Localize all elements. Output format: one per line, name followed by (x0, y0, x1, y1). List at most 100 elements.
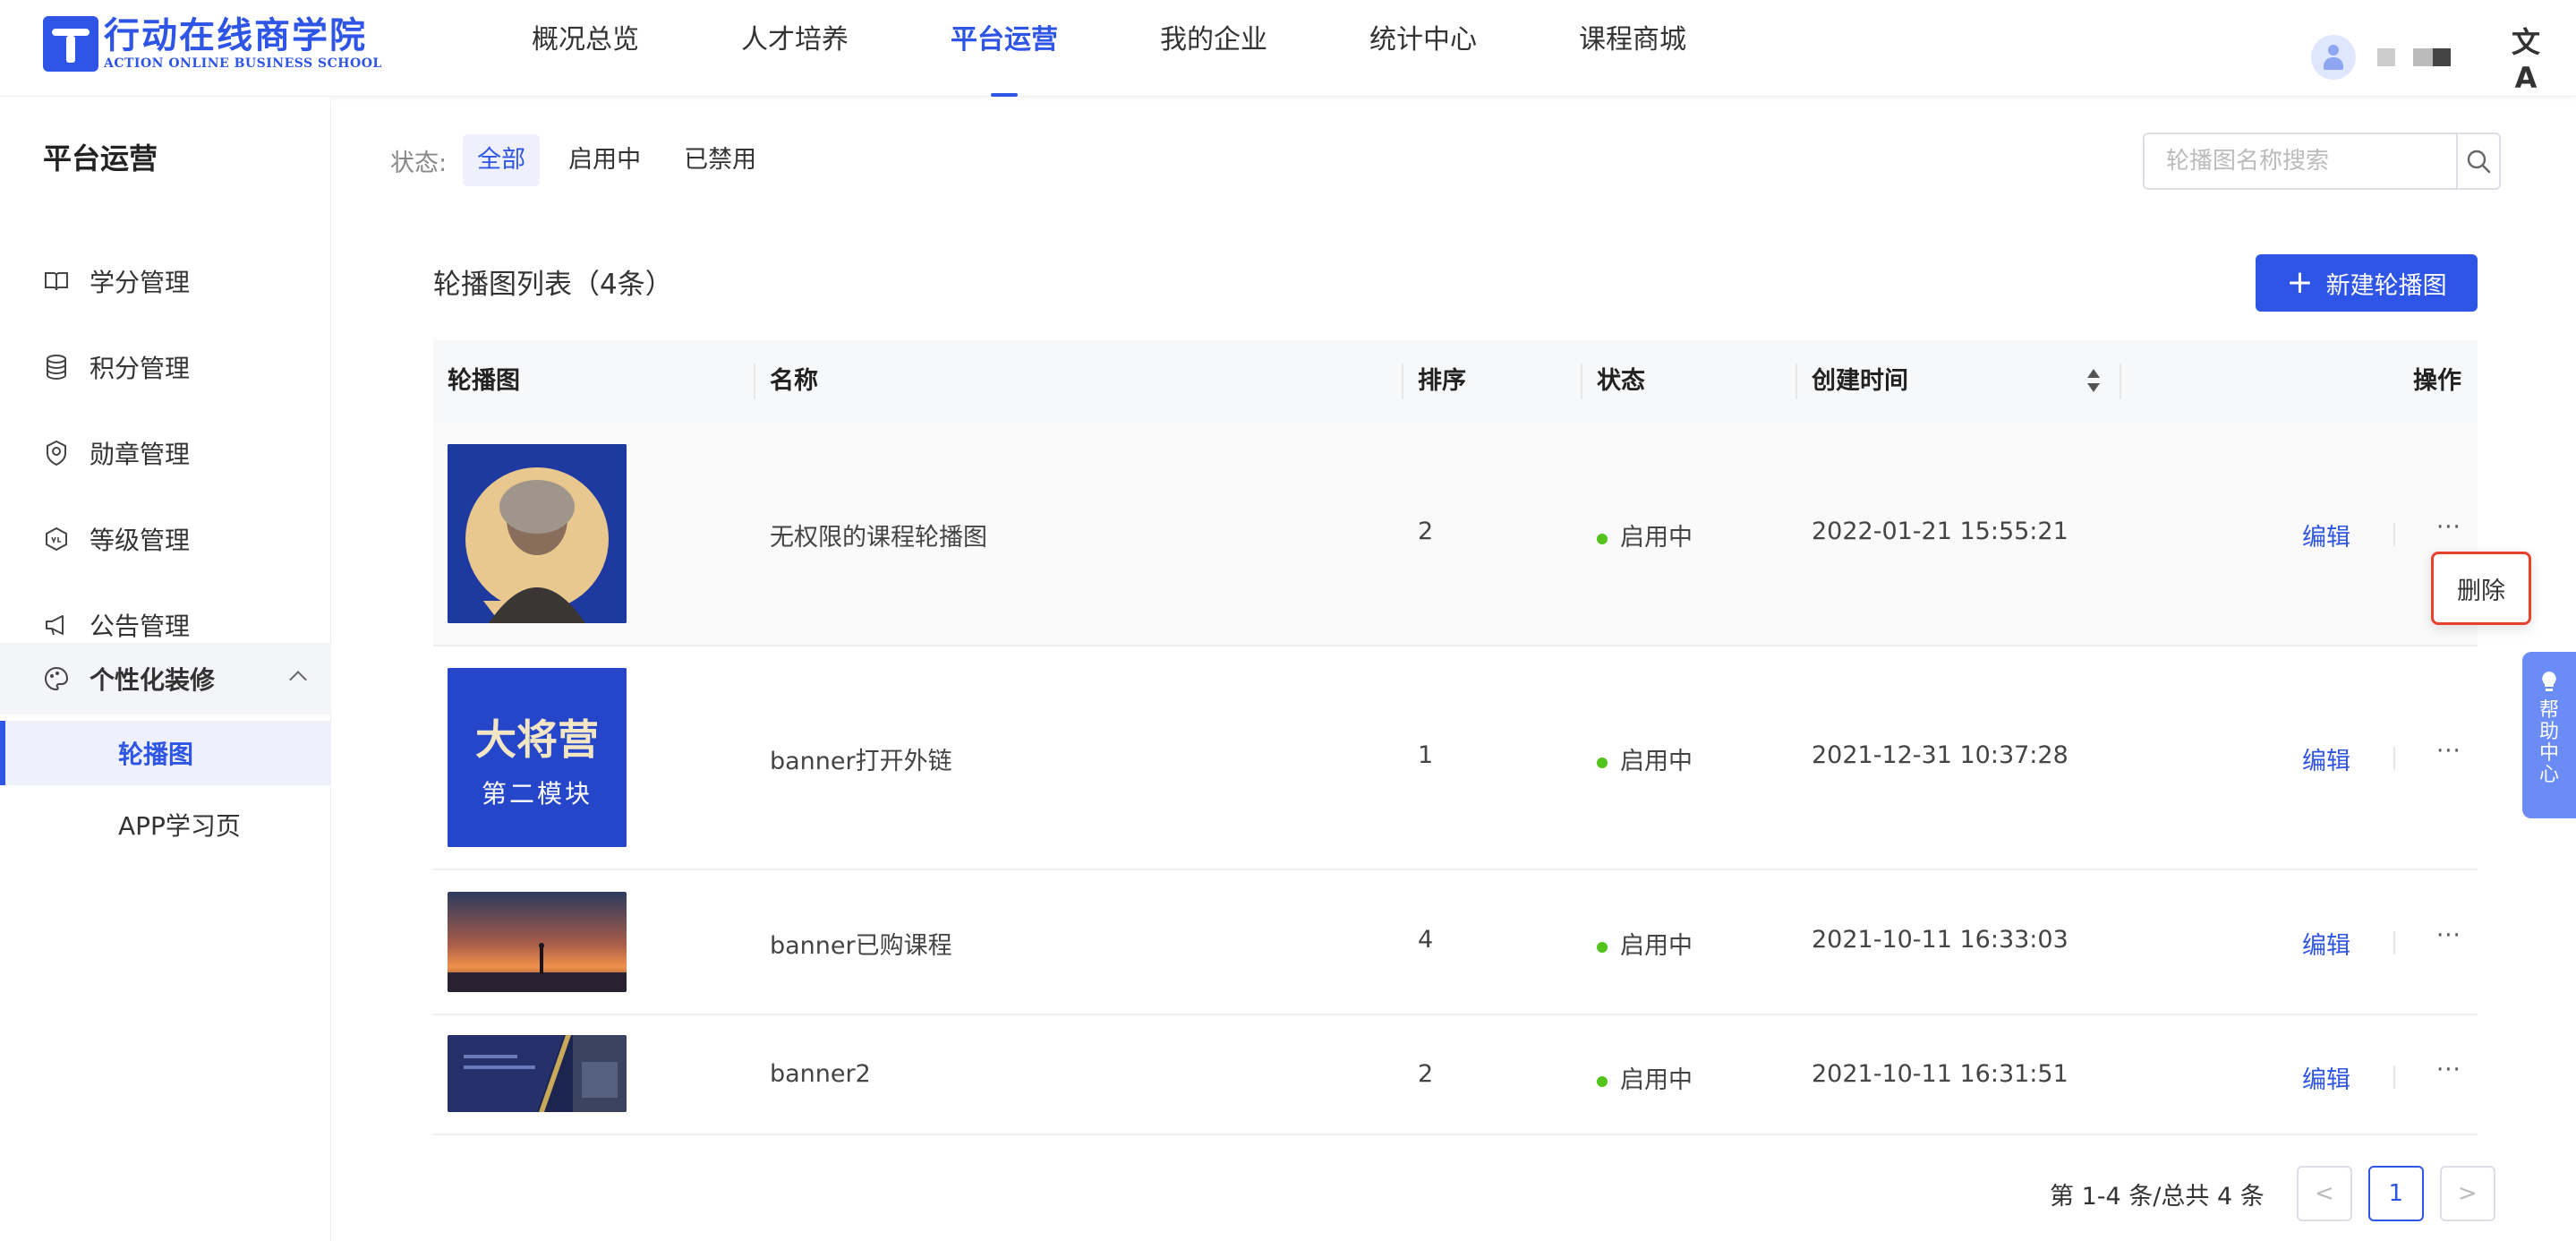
palette-icon (43, 665, 70, 692)
row-status: 启用中 (1597, 1060, 1693, 1095)
status-dot (1597, 1075, 1608, 1087)
help-center-button[interactable]: 帮助中心 (2522, 652, 2576, 818)
search-button[interactable] (2456, 134, 2499, 188)
carousel-thumbnail[interactable] (448, 892, 627, 992)
nav-talent[interactable]: 人才培养 (741, 0, 849, 97)
prev-page-button[interactable]: < (2296, 1166, 2352, 1221)
row-status-text: 启用中 (1620, 932, 1693, 960)
sidebar-item-label: 勋章管理 (90, 440, 191, 469)
delete-menu-item[interactable]: 删除 (2431, 552, 2531, 625)
pagination: 第 1-4 条/总共 4 条 < 1 > (2050, 1166, 2495, 1221)
user-name-redacted[interactable] (2377, 48, 2508, 66)
col-separator (2120, 364, 2121, 399)
next-page-button[interactable]: > (2439, 1166, 2495, 1221)
action-separator (2393, 931, 2395, 954)
sidebar-item-points[interactable]: 积分管理 (0, 331, 331, 403)
redacted-block (2377, 48, 2395, 66)
carousel-thumbnail[interactable] (448, 1035, 627, 1112)
sidebar: 平台运营 学分管理 积分管理 勋章管理 等级管理 公告管理 个性化装修 轮播图 … (0, 97, 331, 1241)
col-status: 状态 (1597, 367, 1645, 395)
table-row: banner已购课程 4 启用中 2021-10-11 16:33:03 编辑 … (433, 870, 2478, 1015)
pagination-summary: 第 1-4 条/总共 4 条 (2050, 1182, 2265, 1211)
portrait-image (448, 444, 627, 623)
col-separator (1402, 364, 1403, 399)
col-order: 排序 (1418, 367, 1466, 395)
sidebar-item-medals[interactable]: 勋章管理 (0, 417, 331, 489)
row-order: 2 (1418, 518, 1434, 545)
sidebar-subitem-carousel[interactable]: 轮播图 (0, 721, 331, 785)
help-center-label: 帮助中心 (2539, 699, 2560, 786)
col-name: 名称 (770, 367, 818, 395)
row-created: 2021-10-11 16:31:51 (1812, 1060, 2068, 1088)
sidebar-group-personalization[interactable]: 个性化装修 (0, 643, 331, 715)
more-icon[interactable]: ··· (2436, 922, 2461, 949)
table-row: banner2 2 启用中 2021-10-11 16:31:51 编辑 ··· (433, 1015, 2478, 1135)
plus-icon: + (2286, 264, 2314, 301)
page-button-1[interactable]: 1 (2367, 1166, 2424, 1221)
row-status: 启用中 (1597, 741, 1693, 776)
sunset-image (448, 892, 627, 992)
header-right: 文A (2311, 20, 2544, 95)
row-created: 2022-01-21 15:55:21 (1812, 518, 2068, 545)
row-status-text: 启用中 (1620, 748, 1693, 775)
carousel-table: 轮播图 名称 排序 状态 创建时间 操作 无权限的课程轮播图 2 启用中 202… (433, 340, 2478, 1135)
nav-course-mall[interactable]: 课程商城 (1579, 0, 1686, 97)
nav-statistics[interactable]: 统计中心 (1369, 0, 1477, 97)
logo[interactable]: 行动在线商学院 ACTION ONLINE BUSINESS SCHOOL (43, 16, 382, 72)
edit-link[interactable]: 编辑 (2302, 1060, 2350, 1095)
search-icon (2467, 150, 2491, 174)
edit-link[interactable]: 编辑 (2302, 741, 2350, 776)
row-name: banner2 (770, 1060, 871, 1088)
thumb-subtitle: 第二模块 (482, 779, 593, 809)
more-icon[interactable]: ··· (2436, 514, 2461, 541)
filter-all[interactable]: 全部 (463, 134, 541, 186)
sidebar-item-label: 公告管理 (90, 612, 191, 641)
row-name: banner已购课程 (770, 932, 952, 960)
sidebar-subitem-app-study-page[interactable]: APP学习页 (0, 792, 331, 857)
megaphone-icon (43, 612, 70, 638)
search-input[interactable] (2145, 134, 2456, 188)
sidebar-item-levels[interactable]: 等级管理 (0, 503, 331, 575)
nav-my-company[interactable]: 我的企业 (1160, 0, 1267, 97)
edit-link[interactable]: 编辑 (2302, 926, 2350, 961)
row-created: 2021-12-31 10:37:28 (1812, 741, 2068, 769)
new-carousel-label: 新建轮播图 (2325, 271, 2447, 300)
table-header: 轮播图 名称 排序 状态 创建时间 操作 (433, 340, 2478, 423)
translate-icon[interactable]: 文A (2508, 20, 2544, 95)
module-banner-image: 大将营 第二模块 (448, 668, 627, 847)
row-name: banner打开外链 (770, 748, 952, 775)
nav-platform-operations[interactable]: 平台运营 (951, 0, 1058, 97)
more-icon[interactable]: ··· (2436, 1057, 2461, 1083)
row-order: 1 (1418, 741, 1434, 769)
filter-enabled[interactable]: 启用中 (554, 134, 655, 186)
banner2-image (448, 1035, 627, 1112)
status-dot (1597, 941, 1608, 953)
filter-disabled[interactable]: 已禁用 (670, 134, 771, 186)
logo-cn: 行动在线商学院 (104, 15, 367, 56)
carousel-thumbnail[interactable]: 大将营 第二模块 (448, 668, 627, 847)
action-separator (2393, 747, 2395, 770)
nav-overview[interactable]: 概况总览 (532, 0, 639, 97)
status-dot (1597, 533, 1608, 544)
edit-link[interactable]: 编辑 (2302, 518, 2350, 552)
logo-mark-icon (43, 16, 98, 72)
new-carousel-button[interactable]: + 新建轮播图 (2256, 254, 2478, 312)
action-separator (2393, 1066, 2395, 1089)
medal-icon (43, 440, 70, 466)
top-header: 行动在线商学院 ACTION ONLINE BUSINESS SCHOOL 概况… (0, 0, 2576, 97)
status-dot (1597, 757, 1608, 768)
chevron-up-icon (289, 671, 307, 689)
col-separator (1796, 364, 1797, 399)
sidebar-item-credits[interactable]: 学分管理 (0, 245, 331, 317)
sort-icon[interactable] (2087, 369, 2100, 394)
redacted-block (2413, 48, 2433, 66)
table-row: 无权限的课程轮播图 2 启用中 2022-01-21 15:55:21 编辑 ·… (433, 423, 2478, 646)
col-actions: 操作 (2413, 367, 2461, 395)
more-icon[interactable]: ··· (2436, 738, 2461, 765)
status-filter: 状态: 全部 启用中 已禁用 (390, 134, 785, 186)
avatar[interactable] (2311, 35, 2356, 80)
search-box (2143, 133, 2501, 190)
sidebar-group-label: 个性化装修 (90, 665, 216, 695)
thumb-title: 大将营 (475, 715, 599, 764)
carousel-thumbnail[interactable] (448, 444, 627, 623)
